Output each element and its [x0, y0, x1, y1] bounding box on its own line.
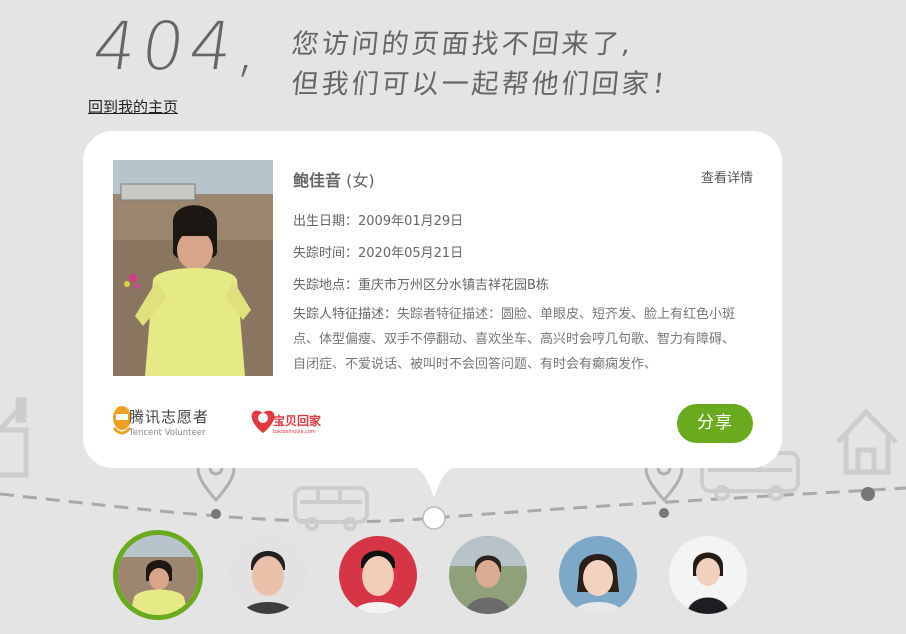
missing-time-value: 2020年05月21日 [358, 246, 464, 261]
house-icon-right [836, 408, 898, 475]
birth-date-value: 2009年01月29日 [358, 214, 464, 229]
view-details-link[interactable]: 查看详情 [701, 167, 753, 186]
route-dot-end [861, 487, 875, 501]
person-gender: (女) [346, 171, 375, 190]
baobei-huijia-logo-text: 宝贝回家 [273, 414, 322, 428]
birth-date-row: 出生日期：2009年01月29日 [293, 210, 463, 229]
person-name: 鲍佳音 (女) [293, 167, 375, 191]
missing-person-photo [113, 160, 273, 376]
avatar-item-5[interactable] [559, 536, 637, 614]
baobei-huijia-logo-url: baobeihuijia.com [273, 429, 316, 435]
avatar-item-4[interactable] [449, 536, 527, 614]
missing-person-card: 鲍佳音 (女) 查看详情 出生日期：2009年01月29日 失踪时间：2020年… [83, 131, 782, 468]
missing-time-label: 失踪时间： [293, 246, 359, 261]
share-button[interactable]: 分享 [677, 404, 753, 443]
tencent-volunteer-logo-en: Tencent Volunteer [129, 428, 206, 438]
baobei-huijia-logo: 宝贝回家 baobeihuijia.com [273, 412, 321, 435]
route-dot-right [659, 508, 669, 518]
birth-date-label: 出生日期： [293, 214, 359, 229]
description-block: 失踪人特征描述：失踪者特征描述：圆脸、单眼皮、短齐发、脸上有红色小斑点、体型偏瘦… [293, 302, 743, 372]
description-label: 失踪人特征描述： [293, 307, 398, 322]
avatar-item-6[interactable] [669, 536, 747, 614]
missing-place-row: 失踪地点：重庆市万州区分水镇吉祥花园B栋 [293, 274, 549, 293]
current-position-marker [422, 506, 446, 530]
tencent-volunteer-logo-cn: 腾讯志愿者 [129, 408, 210, 426]
missing-place-label: 失踪地点： [293, 278, 359, 293]
route-dot-left [211, 509, 221, 519]
missing-time-row: 失踪时间：2020年05月21日 [293, 242, 463, 261]
avatar-item-2[interactable] [229, 536, 307, 614]
card-pointer [410, 466, 458, 498]
house-icon-left [0, 397, 29, 478]
person-name-text: 鲍佳音 [293, 171, 342, 190]
tencent-volunteer-logo: 腾讯志愿者 Tencent Volunteer [129, 406, 209, 438]
missing-place-value: 重庆市万州区分水镇吉祥花园B栋 [358, 278, 549, 293]
avatar-item-3[interactable] [339, 536, 417, 614]
avatar-item-1[interactable] [113, 530, 203, 620]
